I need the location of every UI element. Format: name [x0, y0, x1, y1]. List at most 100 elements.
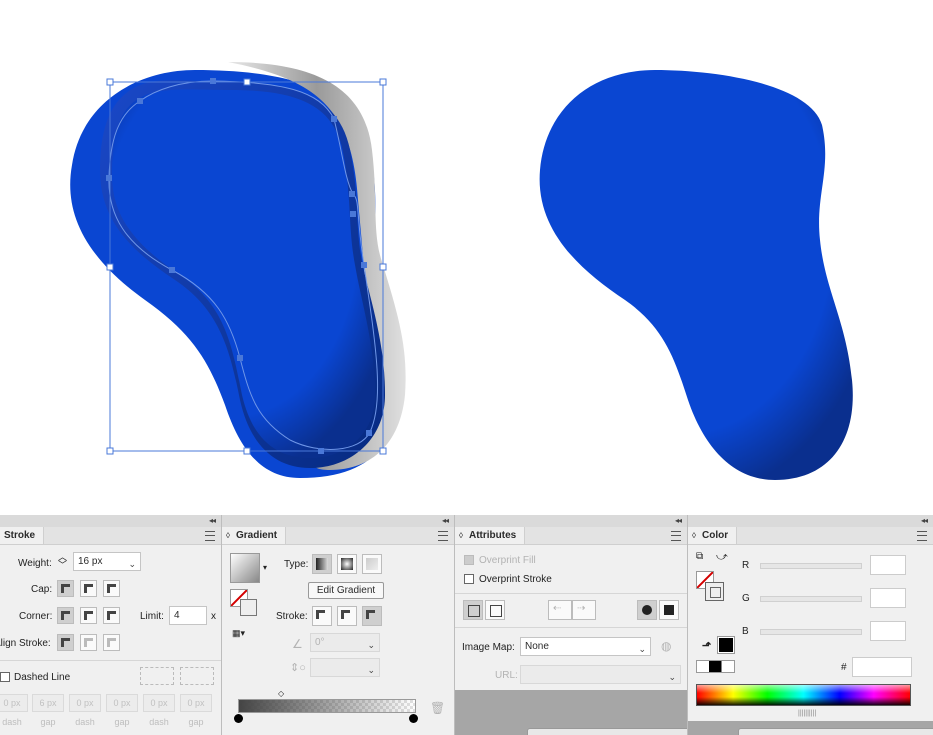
swap-gradient-icon[interactable]: ▦▾ — [232, 628, 245, 639]
align-inside-button[interactable] — [80, 634, 97, 651]
swap-colors-icon[interactable]: ⤻ — [716, 551, 728, 564]
hex-input[interactable] — [852, 657, 912, 677]
divider — [0, 660, 221, 661]
collapse-icon[interactable]: ◂◂ — [675, 516, 682, 525]
stroke-across-button[interactable] — [362, 606, 382, 626]
dont-show-center-button[interactable] — [463, 600, 483, 620]
aspect-ratio-select[interactable]: ⌄ — [310, 658, 380, 677]
g-slider[interactable] — [760, 596, 862, 602]
collapse-icon[interactable]: ◂◂ — [921, 516, 928, 525]
panel-collapse-bar[interactable]: ◂◂ — [0, 515, 221, 527]
divider — [455, 593, 687, 594]
url-input[interactable]: ⌄ — [520, 665, 681, 684]
browser-globe-icon[interactable]: ◍ — [661, 639, 671, 653]
divider — [455, 627, 687, 628]
out-of-gamut-icon[interactable]: ⬏ — [702, 639, 711, 652]
image-map-select[interactable]: None ⌄ — [520, 637, 651, 656]
limit-unit: x — [211, 611, 216, 622]
panel-collapse-bar[interactable]: ◂◂ — [455, 515, 687, 527]
tab-gradient[interactable]: Gradient — [222, 527, 287, 544]
even-odd-button[interactable] — [659, 600, 679, 620]
align-dash-button[interactable] — [180, 667, 214, 685]
radial-gradient-button[interactable] — [337, 554, 357, 574]
panel-menu-icon[interactable] — [438, 531, 448, 541]
left-blob-shape[interactable] — [70, 62, 406, 478]
preserve-dash-button[interactable] — [140, 667, 174, 685]
limit-input[interactable]: 4 — [169, 606, 207, 625]
chevron-down-icon: ⌄ — [128, 559, 136, 569]
dash-3-input[interactable]: 0 px — [143, 694, 175, 712]
default-colors-icon[interactable]: ⧉ — [696, 551, 703, 562]
b-slider[interactable] — [760, 629, 862, 635]
b-input[interactable] — [870, 621, 906, 641]
color-panel: ◂◂ Color ◊ ⧉ ⤻ R G B ⬏ # |||||||||| — [687, 515, 933, 735]
weight-value: 16 px — [78, 556, 103, 567]
r-input[interactable] — [870, 555, 906, 575]
stroke-color-icon[interactable] — [705, 582, 724, 601]
stroke-along-button[interactable] — [337, 606, 357, 626]
overprint-stroke-checkbox[interactable] — [464, 574, 474, 584]
linear-gradient-button[interactable] — [312, 554, 332, 574]
panel-collapse-bar[interactable]: ◂◂ — [222, 515, 454, 527]
angle-select[interactable]: 0° ⌄ — [310, 633, 380, 652]
gradient-stop-left[interactable] — [234, 714, 243, 723]
color-spectrum[interactable] — [696, 684, 911, 706]
align-center-button[interactable] — [57, 634, 74, 651]
gradient-swatch-preview[interactable] — [230, 553, 260, 583]
dash-2-input[interactable]: 0 px — [69, 694, 101, 712]
artboard-canvas[interactable] — [0, 0, 933, 515]
chevron-down-icon: ⌄ — [668, 672, 676, 682]
gap-2-input[interactable]: 0 px — [106, 694, 138, 712]
resize-grip-icon[interactable]: |||||||||| — [798, 710, 816, 717]
panel-menu-icon[interactable] — [205, 531, 215, 541]
collapse-icon[interactable]: ◂◂ — [209, 516, 216, 525]
stroke-box-icon[interactable] — [240, 599, 257, 616]
g-input[interactable] — [870, 588, 906, 608]
round-cap-button[interactable] — [80, 580, 97, 597]
dash-1-input[interactable]: 0 px — [0, 694, 28, 712]
tab-attributes[interactable]: Attributes — [455, 527, 526, 544]
collapse-icon[interactable]: ◂◂ — [442, 516, 449, 525]
swatch-dropdown-icon[interactable]: ▾ — [263, 563, 267, 572]
chevron-down-icon: ⌄ — [367, 665, 375, 675]
nonzero-winding-button[interactable] — [637, 600, 657, 620]
weight-stepper-icon[interactable]: ︿ ﹀ — [58, 553, 67, 570]
gamut-swatch[interactable] — [717, 636, 735, 654]
freeform-gradient-button[interactable] — [362, 554, 382, 574]
miter-join-button[interactable] — [57, 607, 74, 624]
projecting-cap-button[interactable] — [103, 580, 120, 597]
dashed-line-checkbox[interactable] — [0, 672, 10, 682]
bevel-join-button[interactable] — [103, 607, 120, 624]
edit-gradient-button[interactable]: Edit Gradient — [308, 582, 384, 599]
tab-arrows-icon: ◊ — [459, 531, 463, 540]
midpoint-diamond-icon[interactable]: ◇ — [278, 689, 284, 698]
round-join-button[interactable] — [80, 607, 97, 624]
panel-menu-icon[interactable] — [917, 531, 927, 541]
weight-select[interactable]: 16 px ⌄ — [73, 552, 141, 571]
trash-icon[interactable]: 🗑 — [430, 701, 445, 715]
limit-label: Limit: — [140, 611, 164, 622]
chevron-down-icon: ⌄ — [367, 640, 375, 650]
butt-cap-button[interactable] — [57, 580, 74, 597]
r-slider[interactable] — [760, 563, 862, 569]
none-black-white-swatches[interactable] — [696, 660, 735, 673]
reverse-path-direction-on-button[interactable]: ⇢ — [572, 600, 596, 620]
overprint-fill-checkbox[interactable] — [464, 555, 474, 565]
floating-panel-edge — [527, 728, 687, 735]
reverse-path-direction-off-button[interactable]: ⇠ — [548, 600, 572, 620]
dash-1-label: dash — [2, 717, 22, 727]
gap-1-input[interactable]: 6 px — [32, 694, 64, 712]
r-label: R — [742, 560, 750, 571]
gradient-slider[interactable] — [238, 699, 416, 713]
right-blob-shape[interactable] — [539, 70, 853, 480]
stroke-within-button[interactable] — [312, 606, 332, 626]
panel-menu-icon[interactable] — [671, 531, 681, 541]
show-center-button[interactable] — [485, 600, 505, 620]
gradient-stop-right[interactable] — [409, 714, 418, 723]
align-outside-button[interactable] — [103, 634, 120, 651]
panel-collapse-bar[interactable]: ◂◂ — [688, 515, 933, 527]
artwork-svg — [70, 62, 853, 480]
gap-3-input[interactable]: 0 px — [180, 694, 212, 712]
dashed-line-label: Dashed Line — [14, 672, 71, 683]
tab-stroke[interactable]: Stroke — [0, 527, 45, 544]
